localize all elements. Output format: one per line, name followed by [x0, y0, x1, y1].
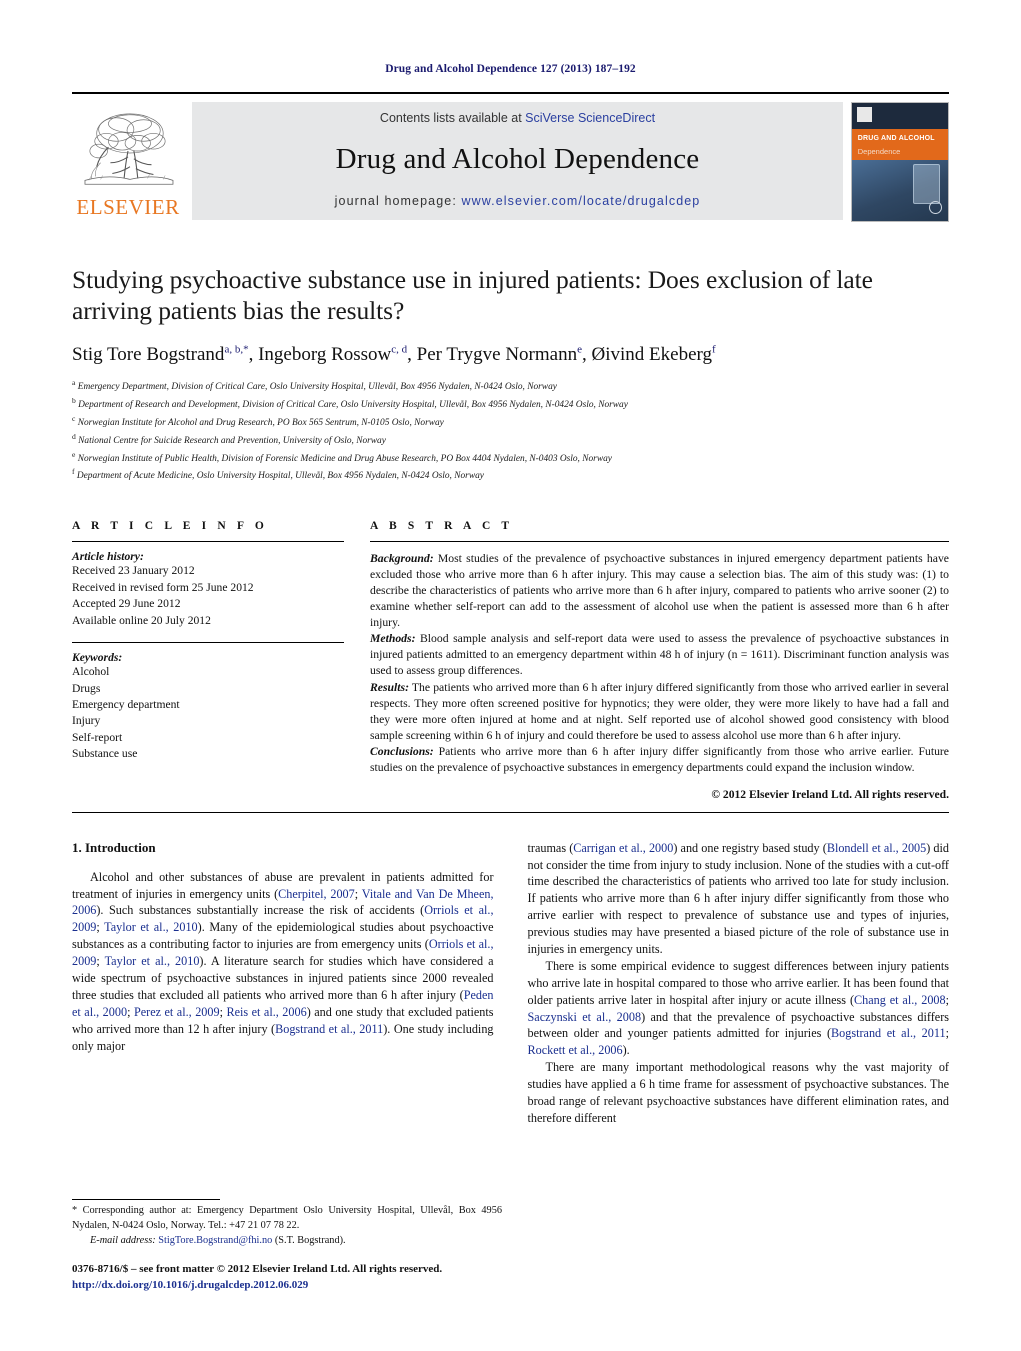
affiliation-item: e Norwegian Institute of Public Health, …: [72, 449, 949, 467]
affiliation-list: a Emergency Department, Division of Crit…: [72, 377, 949, 484]
running-head: Drug and Alcohol Dependence 127 (2013) 1…: [385, 63, 636, 75]
homepage-prefix-text: journal homepage:: [334, 194, 462, 208]
affiliation-text: Norwegian Institute of Public Health, Di…: [77, 453, 612, 464]
footnote-rule: [72, 1199, 220, 1201]
author-list: Stig Tore Bogstranda, b,*, Ingeborg Ross…: [72, 343, 716, 365]
article-page: Drug and Alcohol Dependence 127 (2013) 1…: [0, 0, 1021, 1351]
info-abstract-region: A R T I C L E I N F O Article history: R…: [72, 520, 949, 801]
history-item: Received 23 January 2012: [72, 564, 195, 578]
keyword-item: Alcohol: [72, 665, 110, 679]
elsevier-logo: ELSEVIER: [72, 102, 184, 220]
email-suffix: (S.T. Bogstrand).: [272, 1234, 346, 1246]
affiliation-item: d National Centre for Suicide Research a…: [72, 431, 949, 449]
abstract-paragraph: Results: The patients who arrived more t…: [370, 680, 949, 744]
affiliation-item: c Norwegian Institute for Alcohol and Dr…: [72, 413, 949, 431]
abstract-heading: A B S T R A C T: [370, 520, 514, 533]
keyword-item: Injury: [72, 714, 101, 728]
history-item: Received in revised form 25 June 2012: [72, 580, 254, 594]
abstract-label: Results:: [370, 680, 409, 694]
abstract-rule: [370, 541, 949, 543]
abstract-label: Methods:: [370, 632, 416, 646]
page-title: Studying psychoactive substance use in i…: [72, 265, 873, 326]
footnote-region: * Corresponding author at: Emergency Dep…: [72, 1199, 502, 1294]
article-history-group: Article history: Received 23 January 201…: [72, 550, 344, 629]
body-paragraph: There are many important methodological …: [527, 1060, 950, 1125]
cover-publisher-logo: [856, 106, 873, 122]
sciencedirect-link[interactable]: SciVerse ScienceDirect: [525, 111, 655, 125]
cover-glass-shape: [913, 164, 941, 205]
keyword-item: Drugs: [72, 681, 101, 695]
affiliation-text: Norwegian Institute for Alcohol and Drug…: [77, 418, 444, 429]
body-columns: 1. Introduction Alcohol and other substa…: [72, 840, 949, 1232]
abstract-text: Blood sample analysis and self-report da…: [370, 632, 949, 678]
title-block: Studying psychoactive substance use in i…: [72, 264, 949, 484]
keywords-label: Keywords:: [72, 651, 123, 665]
abstract-bottom-rule: [72, 811, 949, 813]
article-info-heading: A R T I C L E I N F O: [72, 520, 268, 533]
history-item: Accepted 29 June 2012: [72, 597, 181, 611]
journal-masthead: ELSEVIER Contents lists available at Sci…: [72, 92, 949, 222]
journal-homepage-line: journal homepage: www.elsevier.com/locat…: [335, 194, 701, 208]
journal-homepage-link[interactable]: www.elsevier.com/locate/drugalcdep: [461, 194, 700, 208]
abstract-paragraph: Background: Most studies of the prevalen…: [370, 551, 949, 631]
contents-banner: Contents lists available at SciVerse Sci…: [192, 102, 843, 220]
abstract-copyright: © 2012 Elsevier Ireland Ltd. All rights …: [711, 787, 949, 801]
elsevier-tree-icon: [84, 113, 174, 185]
affiliation-item: f Department of Acute Medicine, Oslo Uni…: [72, 466, 949, 484]
journal-cover-thumbnail: DRUG AND ALCOHOL Dependence: [851, 102, 949, 222]
affiliation-text: Department of Acute Medicine, Oslo Unive…: [76, 471, 484, 482]
keyword-item: Substance use: [72, 747, 138, 761]
keywords-group: Keywords: Alcohol Drugs Emergency depart…: [72, 651, 344, 763]
affiliation-text: National Centre for Suicide Research and…: [78, 435, 386, 446]
article-info-rule: [72, 541, 344, 543]
body-paragraph: traumas (Carrigan et al., 2000) and one …: [527, 840, 950, 957]
abstract-paragraph: Conclusions: Patients who arrive more th…: [370, 744, 949, 776]
article-history-label: Article history:: [72, 550, 144, 564]
affiliation-text: Emergency Department, Division of Critic…: [77, 382, 557, 393]
affiliation-mark: b: [72, 396, 76, 406]
affiliation-mark: e: [72, 449, 76, 459]
abstract-text: Patients who arrive more than 6 h after …: [370, 744, 949, 774]
cover-title-line1: DRUG AND ALCOHOL: [857, 134, 935, 142]
body-column-right: traumas (Carrigan et al., 2000) and one …: [528, 840, 950, 1232]
affiliation-mark: f: [72, 467, 75, 477]
article-info-column: A R T I C L E I N F O Article history: R…: [72, 520, 344, 800]
affiliation-text: Department of Research and Development, …: [78, 400, 628, 411]
journal-title: Drug and Alcohol Dependence: [335, 143, 700, 175]
abstract-paragraph: Methods: Blood sample analysis and self-…: [370, 631, 949, 679]
contents-available-line: Contents lists available at SciVerse Sci…: [380, 111, 655, 125]
issn-copyright-block: 0376-8716/$ – see front matter © 2012 El…: [72, 1262, 502, 1294]
email-note: E-mail address: StigTore.Bogstrand@fhi.n…: [72, 1234, 502, 1249]
abstract-column: A B S T R A C T Background: Most studies…: [370, 520, 949, 801]
corresponding-author-note: * Corresponding author at: Emergency Dep…: [72, 1205, 502, 1231]
history-item: Available online 20 July 2012: [72, 613, 211, 627]
abstract-body: Background: Most studies of the prevalen…: [370, 551, 949, 800]
body-paragraph: Alcohol and other substances of abuse ar…: [72, 869, 494, 1053]
abstract-text: Most studies of the prevalence of psycho…: [370, 552, 949, 630]
abstract-text: The patients who arrived more than 6 h a…: [370, 680, 949, 742]
section-heading-introduction: 1. Introduction: [72, 839, 156, 855]
body-column-left: 1. Introduction Alcohol and other substa…: [72, 840, 494, 1232]
affiliation-mark: a: [72, 378, 76, 388]
elsevier-wordmark: ELSEVIER: [76, 195, 180, 219]
keyword-item: Self-report: [72, 730, 123, 744]
abstract-label: Conclusions:: [370, 744, 434, 758]
abstract-label: Background:: [370, 552, 434, 566]
email-label: E-mail address:: [90, 1234, 156, 1246]
contents-prefix-text: Contents lists available at: [379, 111, 526, 125]
issn-line: 0376-8716/$ – see front matter © 2012 El…: [72, 1263, 443, 1276]
affiliation-item: a Emergency Department, Division of Crit…: [72, 377, 949, 395]
affiliation-item: b Department of Research and Development…: [72, 395, 949, 413]
keyword-item: Emergency department: [72, 697, 180, 711]
email-link[interactable]: StigTore.Bogstrand@fhi.no: [158, 1235, 272, 1246]
doi-link[interactable]: http://dx.doi.org/10.1016/j.drugalcdep.2…: [72, 1278, 502, 1294]
affiliation-mark: d: [72, 431, 76, 441]
body-paragraph: There is some empirical evidence to sugg…: [527, 958, 950, 1058]
cover-title-line2: Dependence: [857, 146, 901, 156]
keywords-rule: [72, 642, 344, 644]
affiliation-mark: c: [72, 414, 76, 424]
